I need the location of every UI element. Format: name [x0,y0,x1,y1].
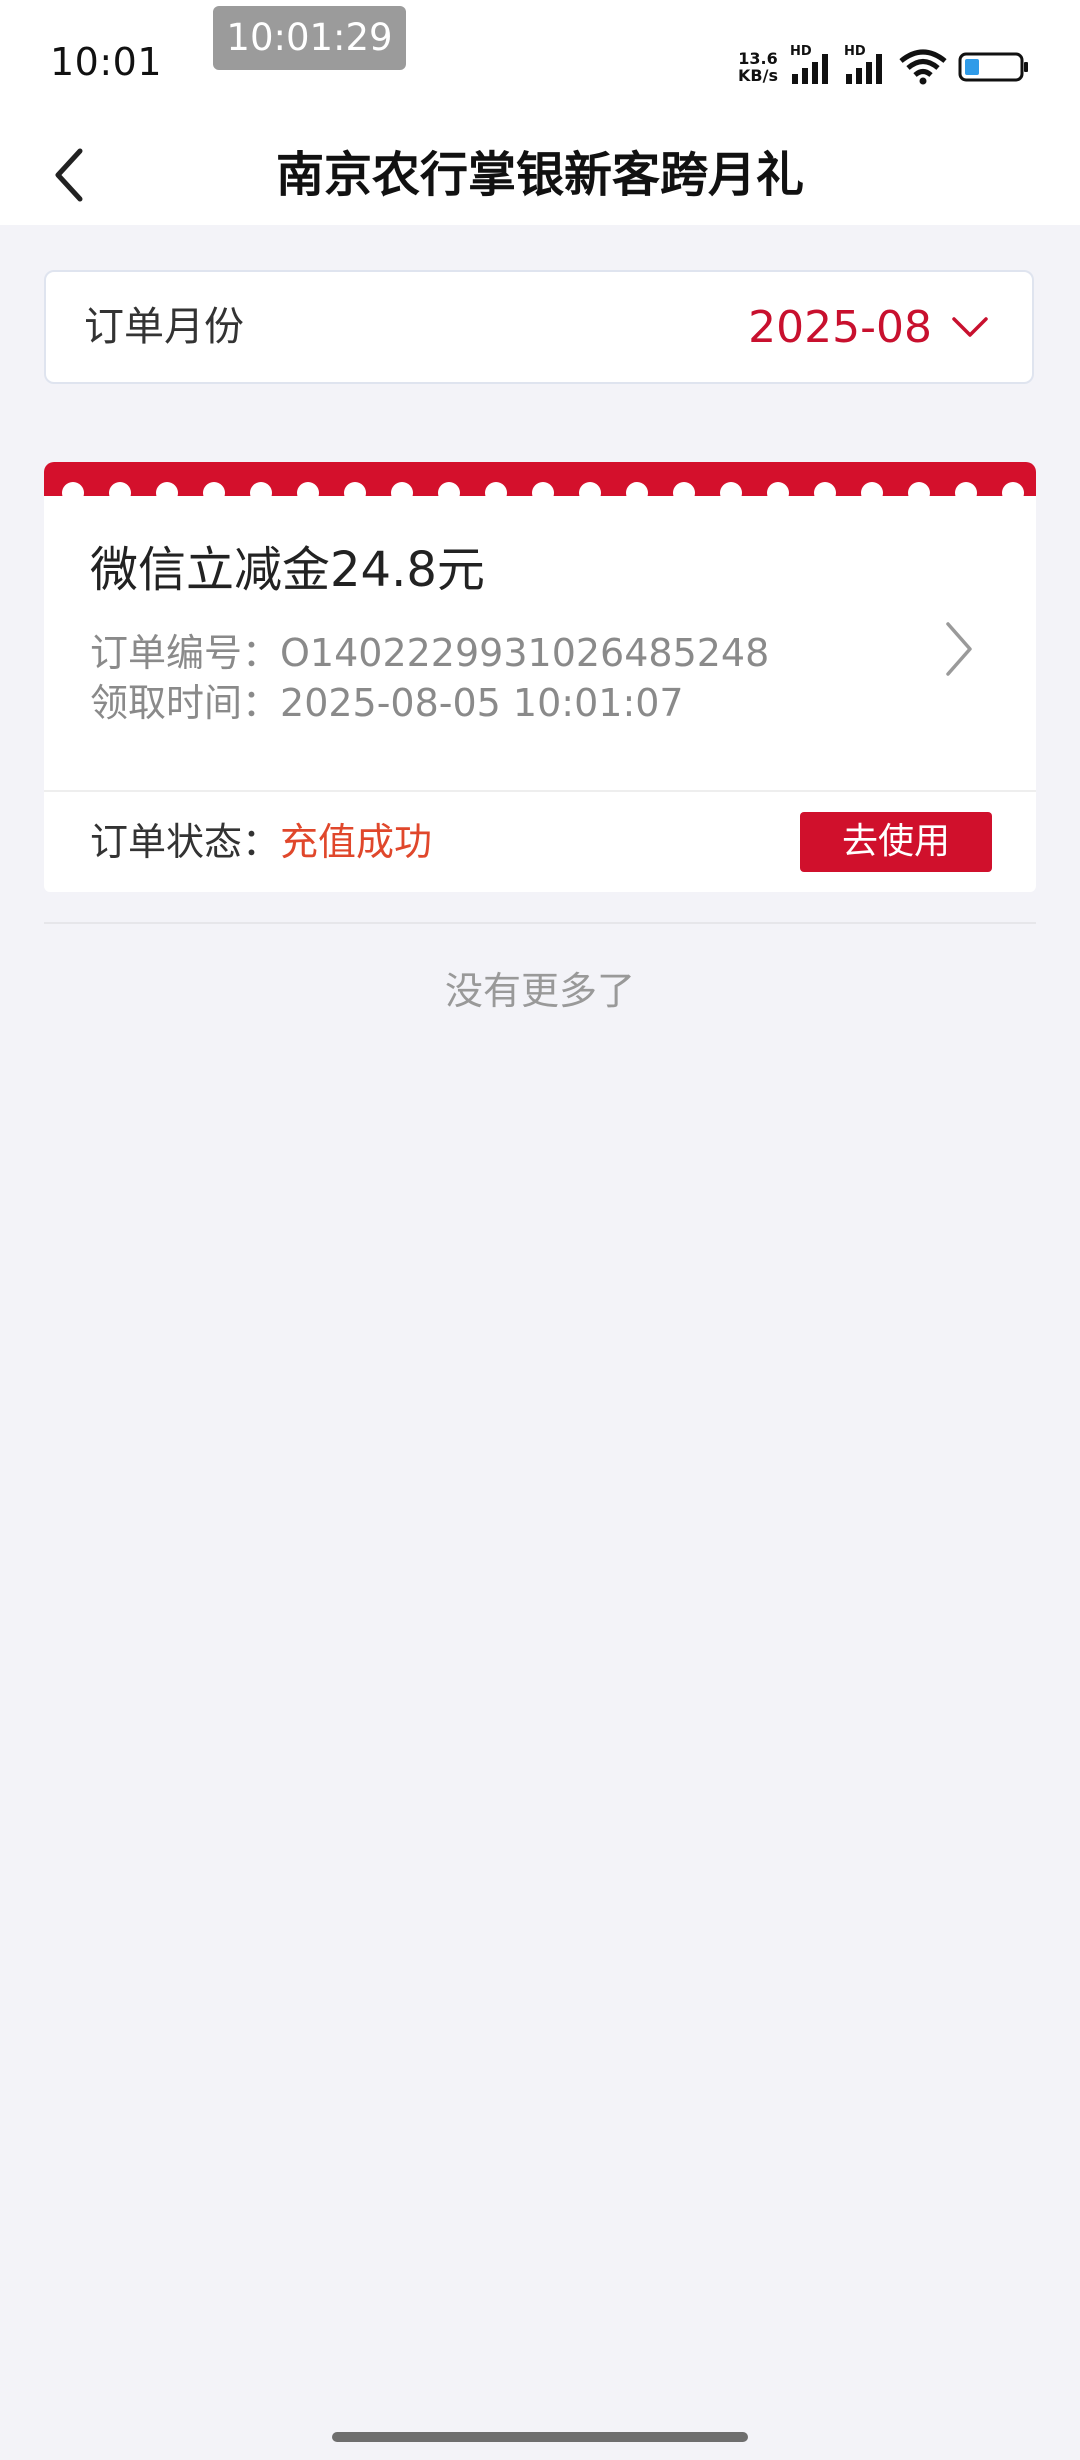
back-button[interactable] [40,135,100,215]
use-button[interactable]: 去使用 [800,812,992,872]
order-number-row: 订单编号：O1402229931026485248 [90,628,769,678]
month-filter-dropdown[interactable]: 2025-08 [748,272,990,382]
chevron-down-icon [952,317,988,337]
page-title: 南京农行掌银新客跨月礼 [275,147,804,203]
hd-label: HD [790,44,812,59]
order-status-value: 充值成功 [280,820,433,864]
card-ticket-edge [44,462,1036,504]
network-speed-unit: KB/s [738,66,778,85]
status-icons: 13.6 KB/s HD HD [738,44,1030,90]
order-card[interactable]: 微信立减金24.8元 订单编号：O1402229931026485248 领取时… [44,462,1036,892]
signal-icon: HD [844,44,888,84]
wifi-icon [899,49,947,85]
month-filter[interactable]: 订单月份 2025-08 [44,270,1034,384]
order-title: 微信立减金24.8元 [90,542,485,598]
list-end-text: 没有更多了 [444,969,635,1013]
month-filter-label: 订单月份 [84,304,244,350]
order-status-label: 订单状态： [90,820,281,864]
receive-time-value: 2025-08-05 10:01:07 [280,681,684,725]
network-speed: 13.6 KB/s [738,50,778,84]
time-overlay: 10:01:29 [213,6,406,70]
hd-label: HD [844,44,866,59]
order-number-label: 订单编号： [90,631,281,675]
month-filter-value: 2025-08 [748,301,932,353]
receive-time-label: 领取时间： [90,681,281,725]
status-bar: 10:01 10:01:29 13.6 KB/s HD HD [0,0,1080,125]
home-indicator[interactable] [332,2432,748,2442]
order-number-value: O1402229931026485248 [280,631,770,675]
receive-time-row: 领取时间：2025-08-05 10:01:07 [90,678,769,728]
order-meta: 订单编号：O1402229931026485248 领取时间：2025-08-0… [90,628,769,728]
chevron-right-icon[interactable] [934,614,984,684]
list-divider [44,922,1036,924]
signal-icon: HD [790,44,834,84]
order-status-row: 订单状态：充值成功 [90,792,432,892]
header: 南京农行掌银新客跨月礼 [0,125,1080,225]
status-time: 10:01 [50,40,163,84]
network-speed-value: 13.6 [738,49,778,68]
chevron-left-icon [55,148,83,202]
battery-icon [958,52,1028,82]
